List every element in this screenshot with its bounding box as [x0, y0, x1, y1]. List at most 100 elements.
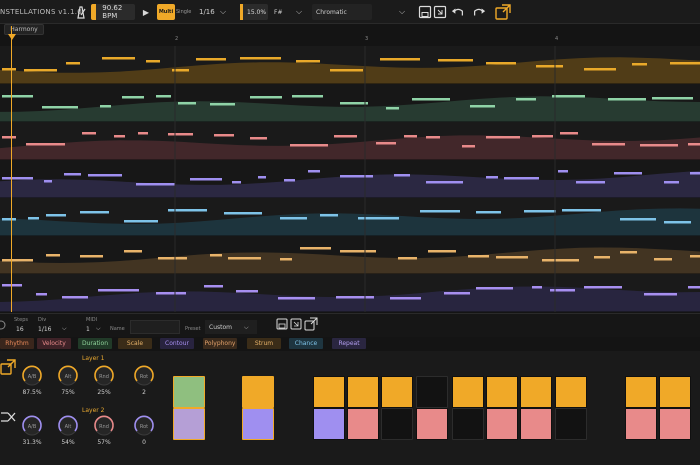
- note-bar[interactable]: [620, 218, 656, 221]
- note-bar[interactable]: [652, 97, 693, 100]
- redo-icon[interactable]: [472, 5, 486, 19]
- note-bar[interactable]: [82, 132, 96, 135]
- note-bar[interactable]: [486, 62, 516, 65]
- note-bar[interactable]: [114, 135, 125, 138]
- note-bar[interactable]: [284, 179, 295, 182]
- note-bar[interactable]: [24, 69, 57, 72]
- step-cell[interactable]: [381, 408, 413, 440]
- knob-dial[interactable]: A/B: [21, 365, 43, 387]
- note-bar[interactable]: [690, 255, 700, 258]
- note-bar[interactable]: [550, 289, 575, 292]
- power-icon[interactable]: [0, 320, 6, 332]
- single-toggle[interactable]: Single: [176, 4, 191, 20]
- chevron-down-icon[interactable]: ⌵: [399, 4, 405, 20]
- scale-select[interactable]: Chromatic: [312, 4, 372, 20]
- note-bar[interactable]: [376, 142, 396, 145]
- note-bar[interactable]: [224, 212, 262, 215]
- tab-rhythm[interactable]: Rhythm: [0, 338, 34, 349]
- note-bar[interactable]: [340, 175, 373, 178]
- knob-dial[interactable]: Rnd: [93, 415, 115, 437]
- note-bar[interactable]: [428, 250, 456, 253]
- tab-repeat[interactable]: Repeat: [332, 338, 366, 349]
- note-bar[interactable]: [560, 132, 578, 135]
- note-bar[interactable]: [412, 98, 450, 101]
- note-bar[interactable]: [664, 221, 691, 224]
- step-cell[interactable]: [313, 408, 345, 440]
- note-bar[interactable]: [654, 258, 672, 261]
- knob-rot-layer2[interactable]: Rot 0: [132, 415, 156, 446]
- layer1-share-icon[interactable]: [0, 359, 16, 377]
- note-bar[interactable]: [644, 293, 677, 296]
- note-bar[interactable]: [168, 209, 207, 212]
- knob-rnd-layer1[interactable]: Rnd 25%: [92, 365, 116, 396]
- note-bar[interactable]: [80, 255, 103, 258]
- note-bar[interactable]: [26, 143, 65, 146]
- note-bar[interactable]: [232, 181, 241, 184]
- note-bar[interactable]: [136, 183, 175, 186]
- note-bar[interactable]: [278, 297, 315, 300]
- note-bar[interactable]: [320, 214, 338, 217]
- multi-toggle[interactable]: Multi: [157, 4, 175, 20]
- note-bar[interactable]: [2, 218, 16, 221]
- note-bar[interactable]: [258, 176, 266, 179]
- note-bar[interactable]: [524, 210, 556, 213]
- note-bar[interactable]: [340, 250, 376, 253]
- step-cell[interactable]: [625, 408, 657, 440]
- note-bar[interactable]: [670, 62, 700, 65]
- playhead[interactable]: [11, 26, 12, 312]
- div-value[interactable]: 1/16: [38, 326, 51, 333]
- note-bar[interactable]: [156, 95, 171, 98]
- note-bar[interactable]: [592, 143, 625, 146]
- note-bar[interactable]: [2, 136, 16, 139]
- note-bar[interactable]: [468, 255, 489, 258]
- metronome-icon[interactable]: [74, 4, 88, 20]
- note-bar[interactable]: [438, 59, 473, 62]
- step-cell[interactable]: [416, 376, 448, 408]
- note-bar[interactable]: [2, 284, 22, 287]
- note-bar[interactable]: [390, 297, 421, 300]
- knob-ab-layer2[interactable]: A/B 31.3%: [20, 415, 44, 446]
- preset-share-icon[interactable]: [304, 317, 318, 333]
- knob-alt-layer1[interactable]: Alt 75%: [56, 365, 80, 396]
- step-cell[interactable]: [555, 376, 587, 408]
- note-bar[interactable]: [426, 136, 440, 139]
- note-bar[interactable]: [330, 69, 363, 72]
- tab-strum[interactable]: Strum: [247, 338, 281, 349]
- note-bar[interactable]: [516, 98, 536, 101]
- midi-value[interactable]: 1: [86, 326, 90, 333]
- tab-scale[interactable]: Scale: [118, 338, 152, 349]
- note-bar[interactable]: [536, 65, 563, 68]
- bpm-field[interactable]: 90.62 BPM: [91, 4, 135, 20]
- note-bar[interactable]: [308, 170, 320, 173]
- step-cell[interactable]: [242, 408, 274, 440]
- note-bar[interactable]: [632, 63, 647, 66]
- step-cell[interactable]: [452, 408, 484, 440]
- note-bar[interactable]: [290, 144, 328, 147]
- note-bar[interactable]: [386, 107, 399, 110]
- note-bar[interactable]: [462, 145, 475, 148]
- note-bar[interactable]: [426, 181, 463, 184]
- note-bar[interactable]: [420, 210, 460, 213]
- note-bar[interactable]: [404, 135, 417, 138]
- step-cell[interactable]: [347, 376, 379, 408]
- note-bar[interactable]: [102, 57, 135, 60]
- note-bar[interactable]: [28, 217, 39, 220]
- layer-shuffle-icon[interactable]: [0, 409, 16, 427]
- step-cell[interactable]: [520, 376, 552, 408]
- note-bar[interactable]: [66, 62, 80, 65]
- swing-field[interactable]: 15.0%: [240, 4, 268, 20]
- tab-polyphony[interactable]: Polyphony: [203, 338, 237, 349]
- note-bar[interactable]: [532, 286, 542, 289]
- note-bar[interactable]: [64, 173, 81, 176]
- preset-export-icon[interactable]: [290, 318, 302, 332]
- note-bar[interactable]: [594, 256, 610, 259]
- note-bar[interactable]: [236, 290, 258, 293]
- note-bar[interactable]: [394, 174, 410, 177]
- note-bar[interactable]: [562, 209, 601, 212]
- step-cell[interactable]: [242, 376, 274, 408]
- note-bar[interactable]: [250, 96, 282, 99]
- note-bar[interactable]: [250, 137, 267, 140]
- note-bar[interactable]: [334, 135, 357, 138]
- note-bar[interactable]: [380, 58, 420, 61]
- step-cell[interactable]: [625, 376, 657, 408]
